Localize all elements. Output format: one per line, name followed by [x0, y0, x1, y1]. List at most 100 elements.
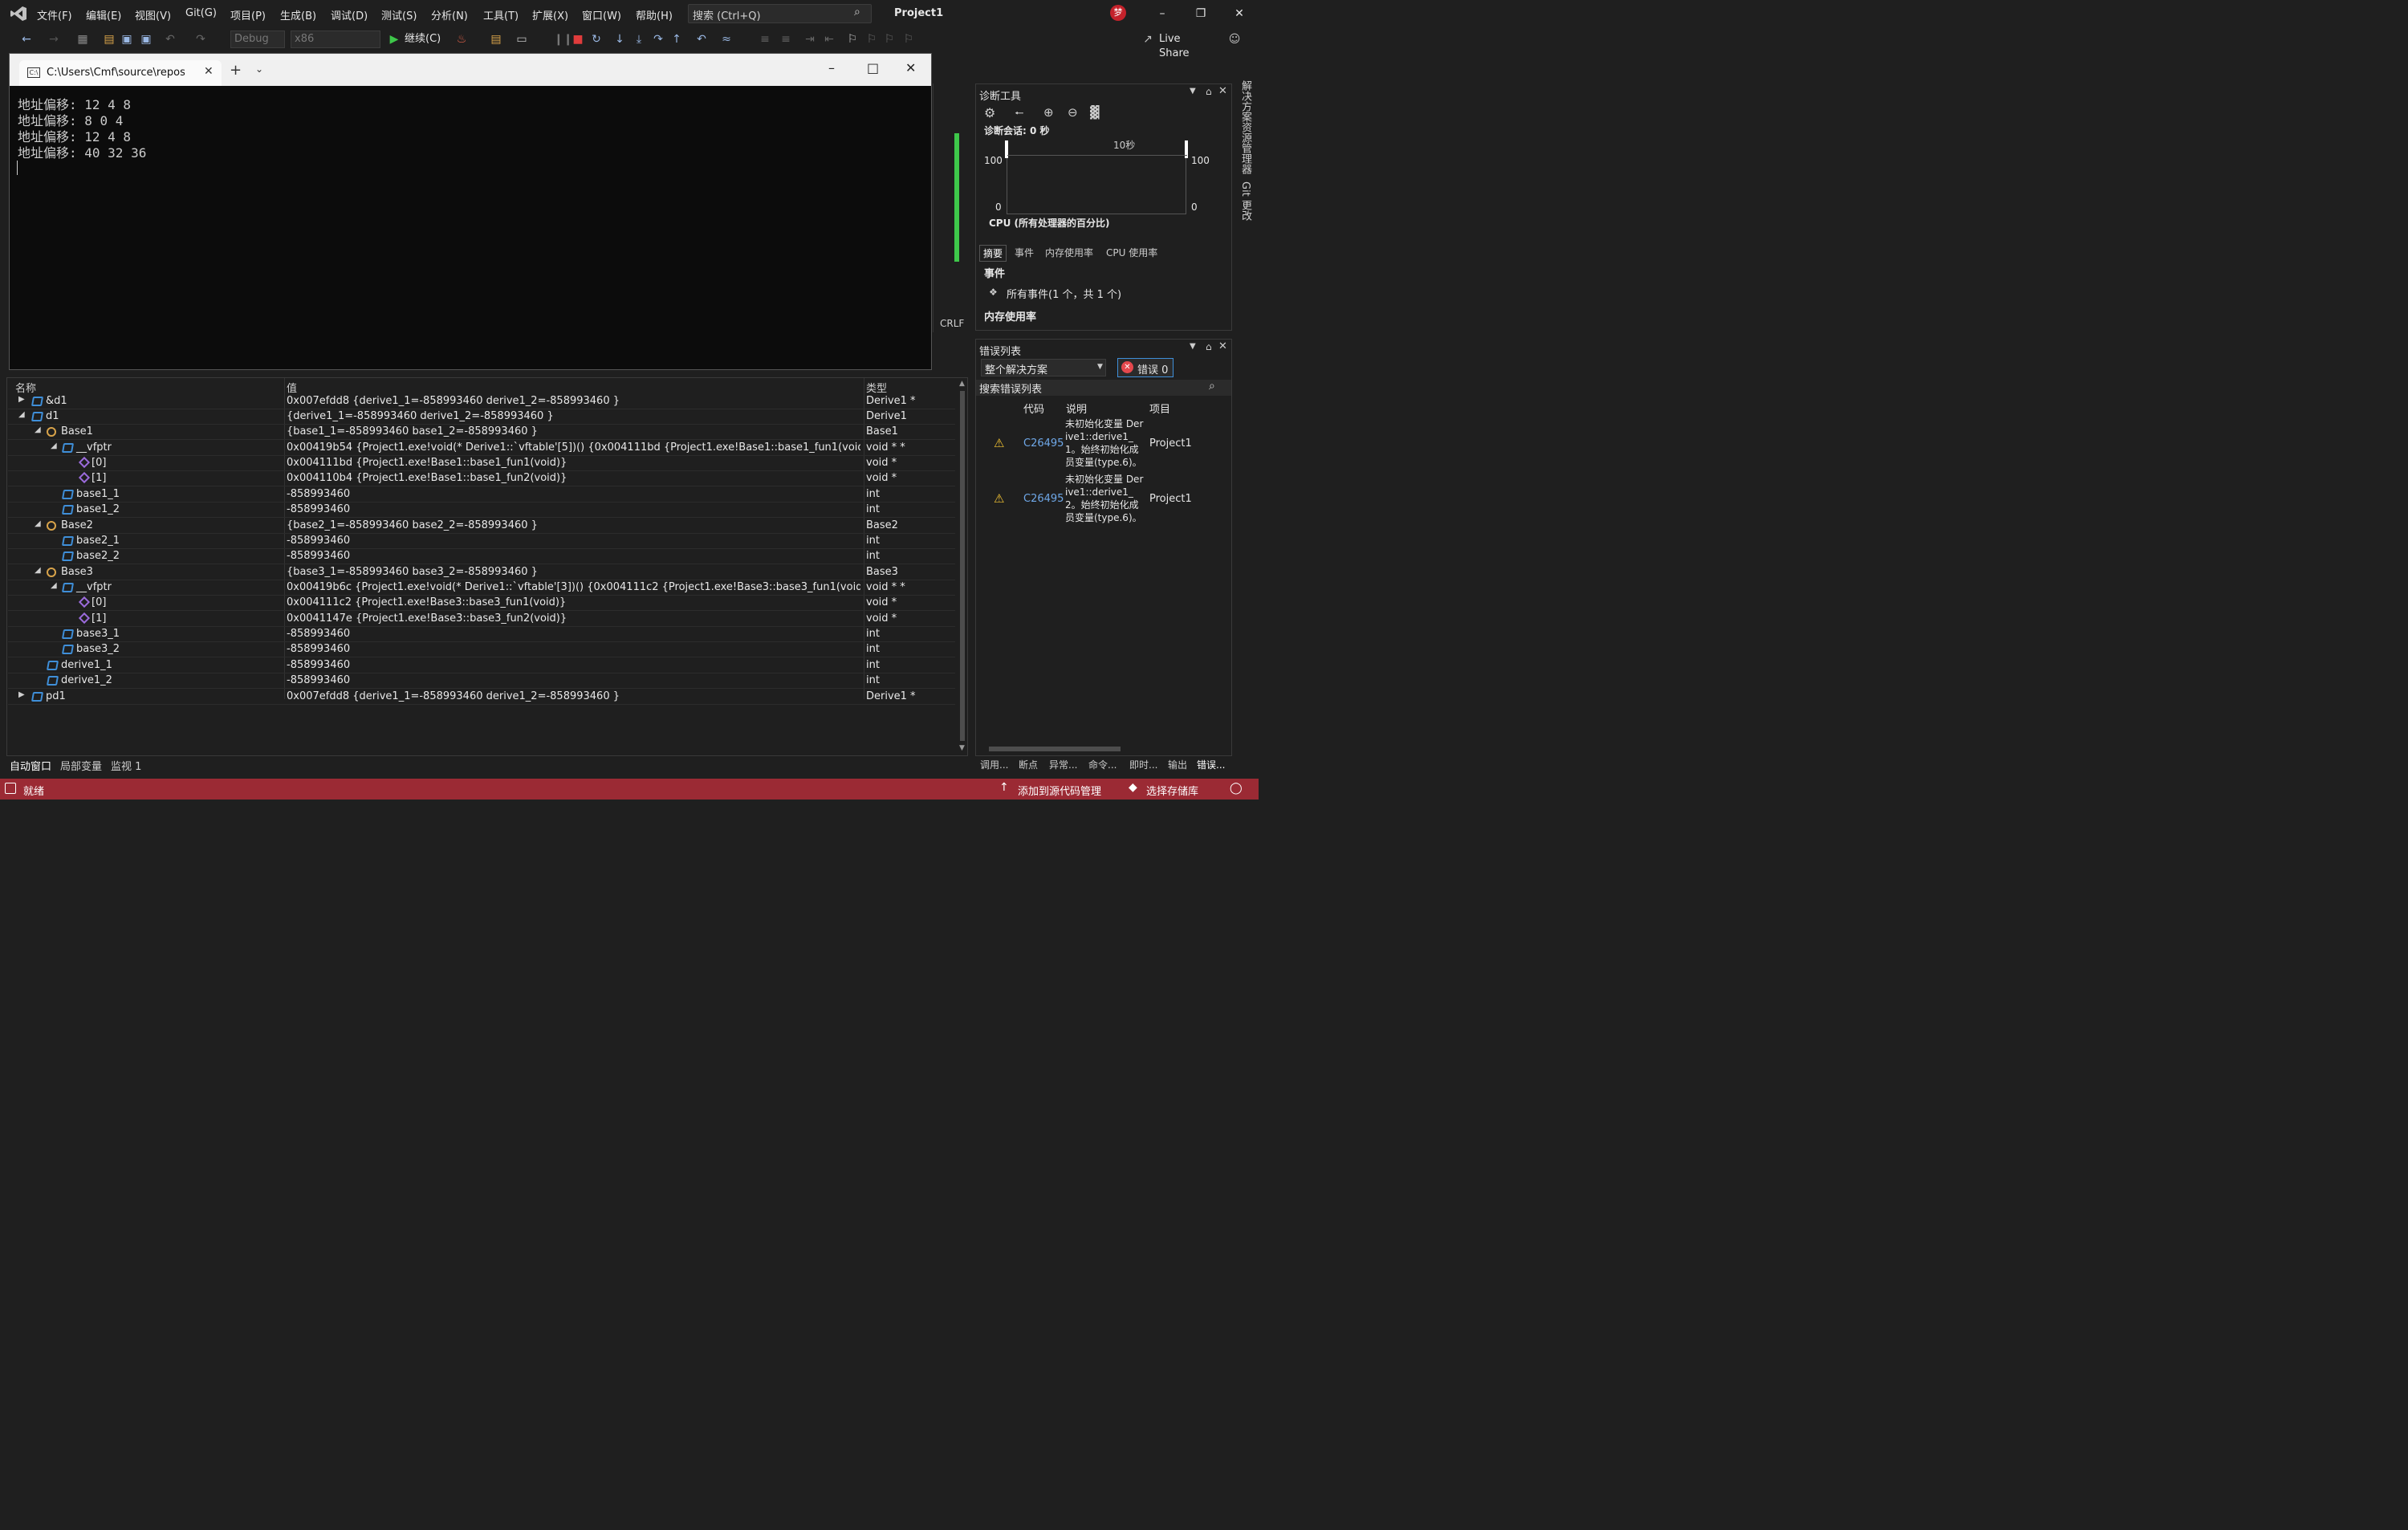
tab-locals[interactable]: 局部变量 — [60, 758, 102, 773]
next-bookmark-icon[interactable]: ⚐ — [883, 32, 896, 47]
column-header-value[interactable]: 值 — [287, 380, 297, 395]
settings-icon[interactable]: ⚙ — [984, 105, 995, 120]
pause-icon[interactable]: ❙❙ — [554, 32, 572, 47]
hot-reload-icon[interactable]: ♨ — [455, 32, 468, 47]
collapse-icon[interactable]: ◢ — [35, 566, 41, 575]
table-row[interactable]: ◢ __vfptr 0x00419b54 {Project1.exe!void(… — [8, 441, 955, 456]
menu-help[interactable]: 帮助(H) — [636, 7, 673, 22]
save-all-icon[interactable]: ▣ — [140, 32, 153, 47]
zoom-out-icon[interactable]: ⊖ — [1068, 105, 1078, 120]
table-row[interactable]: ◢ Base1 {base1_1=-858993460 base1_2=-858… — [8, 425, 955, 440]
close-icon[interactable]: ✕ — [1218, 340, 1227, 352]
menu-edit[interactable]: 编辑(E) — [86, 7, 121, 22]
table-row[interactable]: base2_1 -858993460 int — [8, 534, 955, 549]
table-row[interactable]: ▶ pd1 0x007efdd8 {derive1_1=-858993460 d… — [8, 690, 955, 705]
table-row[interactable]: ◢ Base3 {base3_1=-858993460 base3_2=-858… — [8, 565, 955, 580]
table-row[interactable]: base1_2 -858993460 int — [8, 503, 955, 518]
config-select[interactable]: Debug — [230, 31, 285, 48]
tab-output[interactable]: 输出 — [1168, 758, 1187, 771]
tab-events[interactable]: 事件 — [1015, 246, 1034, 259]
menu-debug[interactable]: 调试(D) — [331, 7, 368, 22]
git-changes-tab[interactable]: Git 更改 — [1238, 181, 1253, 221]
step-into-icon[interactable]: ⤓ — [633, 32, 645, 47]
all-events-link[interactable]: 所有事件(1 个，共 1 个) — [1007, 286, 1121, 301]
error-row[interactable]: ⚠ C26495 未初始化变量 Derive1::derive1_2。始终初始化… — [976, 472, 1231, 525]
table-row[interactable]: base2_2 -858993460 int — [8, 549, 955, 564]
table-row[interactable]: derive1_1 -858993460 int — [8, 658, 955, 673]
column-header-project[interactable]: 项目 — [1149, 401, 1170, 416]
console-close-icon[interactable]: ✕ — [905, 60, 916, 75]
redo-icon[interactable]: ↷ — [194, 32, 207, 47]
new-tab-icon[interactable]: + — [230, 62, 242, 79]
table-row[interactable]: [1] 0x004110b4 {Project1.exe!Base1::base… — [8, 471, 955, 486]
tab-dropdown-icon[interactable]: ⌄ — [255, 63, 263, 75]
scroll-thumb[interactable] — [989, 747, 1121, 751]
notification-icon[interactable]: ◯ — [1230, 782, 1243, 795]
menu-file[interactable]: 文件(F) — [37, 7, 72, 22]
table-row[interactable]: base3_2 -858993460 int — [8, 642, 955, 657]
forward-icon[interactable]: → — [48, 32, 59, 47]
table-row[interactable]: [0] 0x004111c2 {Project1.exe!Base3::base… — [8, 596, 955, 611]
close-icon[interactable]: ✕ — [1230, 5, 1249, 22]
menu-window[interactable]: 窗口(W) — [582, 7, 621, 22]
stop-icon[interactable]: ■ — [572, 32, 584, 47]
solution-explorer-tab[interactable]: 解决方案资源管理器 — [1238, 80, 1253, 174]
play-icon[interactable]: ▶ — [388, 32, 400, 47]
live-share-icon[interactable]: ↗ — [1141, 32, 1154, 47]
add-source-control-button[interactable]: 添加到源代码管理 — [1018, 783, 1101, 798]
step-back-icon[interactable]: ↶ — [695, 32, 708, 47]
error-code[interactable]: C26495 — [1023, 437, 1064, 450]
scope-select[interactable]: 整个解决方案 ▼ — [981, 359, 1106, 376]
error-code[interactable]: C26495 — [1023, 493, 1064, 505]
tab-cpu[interactable]: CPU 使用率 — [1106, 246, 1157, 259]
tab-close-icon[interactable]: ✕ — [204, 65, 214, 78]
minimize-icon[interactable]: – — [1153, 5, 1172, 22]
tab-breakpoints[interactable]: 断点 — [1019, 758, 1038, 771]
save-icon[interactable]: ▣ — [120, 32, 133, 47]
console-maximize-icon[interactable]: □ — [867, 60, 879, 75]
search-input[interactable]: 搜索 (Ctrl+Q) ⌕ — [688, 4, 872, 23]
prev-bookmark-icon[interactable]: ⚐ — [865, 32, 878, 47]
horizontal-scrollbar[interactable] — [981, 744, 1226, 754]
table-row[interactable]: [0] 0x004111bd {Project1.exe!Base1::base… — [8, 456, 955, 471]
tab-autos[interactable]: 自动窗口 — [10, 758, 51, 773]
continue-button[interactable]: 继续(C) — [405, 32, 445, 47]
expand-icon[interactable]: ▶ — [18, 395, 25, 404]
uncomment-icon[interactable]: ≡ — [779, 32, 793, 47]
table-row[interactable]: base1_1 -858993460 int — [8, 487, 955, 503]
feedback-icon[interactable]: ☺ — [1228, 32, 1241, 47]
pin-icon[interactable]: ⌂ — [1206, 86, 1212, 97]
chart-icon[interactable]: ▓ — [1090, 105, 1100, 120]
menu-analyze[interactable]: 分析(N) — [431, 7, 468, 22]
table-row[interactable]: ◢ Base2 {base2_1=-858993460 base2_2=-858… — [8, 519, 955, 534]
tab-summary[interactable]: 摘要 — [979, 245, 1007, 262]
open-folder-icon[interactable]: ▤ — [103, 32, 116, 47]
dropdown-icon[interactable]: ▼ — [1190, 87, 1196, 96]
table-row[interactable]: [1] 0x0041147e {Project1.exe!Base3::base… — [8, 612, 955, 627]
show-next-statement-icon[interactable]: ↓ — [614, 32, 625, 47]
scroll-down-icon[interactable]: ▼ — [959, 744, 965, 752]
select-repo-button[interactable]: 选择存储库 — [1146, 783, 1198, 798]
step-over-icon[interactable]: ↷ — [652, 32, 665, 47]
tab-error-list[interactable]: 错误... — [1197, 758, 1225, 771]
error-search-input[interactable]: 搜索错误列表 ⌕ — [976, 380, 1231, 396]
restart-icon[interactable]: ↻ — [590, 32, 603, 47]
collapse-icon[interactable]: ◢ — [35, 425, 41, 434]
vertical-scrollbar[interactable]: ▲ ▼ — [958, 378, 967, 755]
expand-icon[interactable]: ▶ — [18, 690, 25, 699]
console-tab[interactable]: C:\ C:\Users\Cmf\source\repos\P ✕ — [19, 60, 222, 86]
collapse-icon[interactable]: ◢ — [35, 519, 41, 528]
menu-extensions[interactable]: 扩展(X) — [532, 7, 568, 22]
tab-command[interactable]: 命令... — [1088, 758, 1117, 771]
restore-icon[interactable]: ❐ — [1191, 5, 1210, 22]
table-row[interactable]: derive1_2 -858993460 int — [8, 673, 955, 689]
tab-watch-1[interactable]: 监视 1 — [111, 758, 141, 773]
dropdown-icon[interactable]: ▼ — [1190, 342, 1196, 351]
tab-immediate[interactable]: 即时... — [1129, 758, 1157, 771]
clear-bookmarks-icon[interactable]: ⚐ — [902, 32, 915, 47]
column-header-code[interactable]: 代码 — [1023, 401, 1044, 416]
tab-call-stack[interactable]: 调用... — [980, 758, 1008, 771]
avatar[interactable]: 梦 — [1110, 5, 1126, 21]
back-icon[interactable]: ← — [19, 32, 34, 47]
diagnostics-icon[interactable]: ≈ — [719, 32, 734, 47]
